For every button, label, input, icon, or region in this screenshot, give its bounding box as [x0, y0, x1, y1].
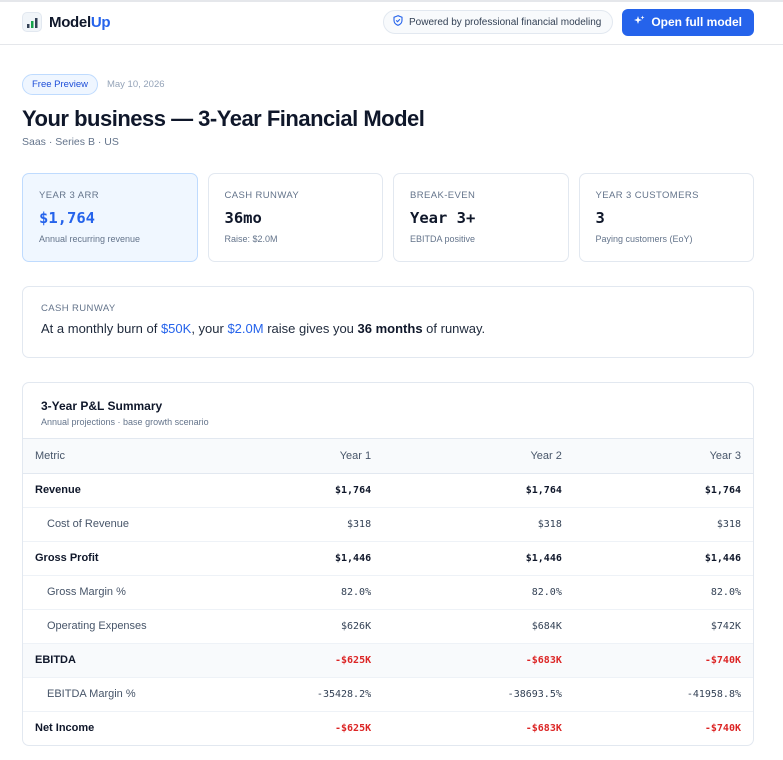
report-date: May 10, 2026: [106, 79, 165, 90]
row-metric: Revenue: [23, 473, 181, 508]
cell-year1: $318: [180, 507, 372, 542]
open-full-model-button[interactable]: Open full model: [622, 8, 754, 36]
cell-year1: $1,764: [180, 473, 372, 508]
cell-year2: $1,446: [371, 541, 562, 576]
cell-year2: $318: [371, 507, 562, 542]
cell-year1: -$625K: [334, 722, 372, 734]
cell-year2: -$683K: [371, 643, 562, 678]
powered-by-text: Powered by professional financial modeli…: [408, 16, 602, 28]
cell-year3: $1,446: [561, 541, 753, 576]
pl-subtitle: Annual projections · base growth scenari…: [41, 417, 209, 427]
row-metric: Net Income: [35, 722, 95, 735]
cell-year1: 82.0%: [180, 575, 372, 610]
runway-label: CASH RUNWAY: [41, 303, 116, 314]
row-metric: EBITDA Margin %: [23, 677, 181, 712]
powered-by-pill: Powered by professional financial modeli…: [382, 10, 614, 34]
cell-year3: -$740K: [704, 722, 741, 734]
kpi-cards: YEAR 3 ARR $1,764 Annual recurring reven…: [22, 173, 754, 262]
page-subtitle: Saas · Series B · US: [22, 136, 119, 148]
page-title: Your business — 3-Year Financial Model: [22, 106, 425, 131]
row-metric: Cost of Revenue: [23, 507, 181, 542]
runway-text-part: At a monthly burn of: [41, 321, 161, 336]
runway-text-part: raise gives you: [263, 321, 358, 336]
kpi-card-year3-arr[interactable]: YEAR 3 ARR $1,764 Annual recurring reven…: [22, 173, 198, 262]
table-row-net-income: Net Income -$625K -$683K -$740K: [23, 711, 753, 745]
row-metric: EBITDA: [23, 643, 181, 678]
free-preview-badge: Free Preview: [22, 74, 98, 95]
cell-year2: -38693.5%: [371, 677, 562, 712]
table-row-gross-margin: Gross Margin % 82.0% 82.0% 82.0%: [23, 575, 753, 610]
kpi-value: 3: [595, 209, 605, 227]
kpi-label: YEAR 3 CUSTOMERS: [595, 190, 699, 201]
top-bar: ModelUp Powered by professional financia…: [0, 0, 783, 45]
kpi-subtext: Paying customers (EoY): [595, 234, 693, 244]
row-metric: Operating Expenses: [23, 609, 181, 644]
shield-check-icon: [393, 15, 403, 29]
table-row-gross-profit: Gross Profit $1,446 $1,446 $1,446: [23, 541, 753, 576]
cell-year1: $626K: [180, 609, 372, 644]
kpi-card-cash-runway[interactable]: CASH RUNWAY 36mo Raise: $2.0M: [207, 173, 383, 262]
kpi-value: 36mo: [224, 209, 262, 227]
brand-name-suffix: Up: [90, 13, 111, 31]
cell-year2: -$683K: [525, 722, 562, 734]
table-header-row: Metric Year 1 Year 2 Year 3: [23, 439, 753, 474]
main-content: Free Preview May 10, 2026 Your business …: [0, 74, 783, 746]
kpi-label: CASH RUNWAY: [224, 190, 300, 201]
table-row-operating-expenses: Operating Expenses $626K $684K $742K: [23, 609, 753, 644]
cash-runway-card: CASH RUNWAY At a monthly burn of $50K, y…: [22, 286, 754, 358]
brand-logo-text[interactable]: ModelUp: [49, 13, 111, 31]
monthly-burn-value: $50K: [160, 321, 192, 336]
cell-year3: 82.0%: [561, 575, 753, 610]
kpi-label: BREAK-EVEN: [410, 190, 476, 201]
pl-table: Metric Year 1 Year 2 Year 3 Revenue $1,7…: [23, 439, 753, 745]
table-row-cost-of-revenue: Cost of Revenue $318 $318 $318: [23, 507, 753, 542]
pl-title: 3-Year P&L Summary: [41, 399, 163, 413]
kpi-value: $1,764: [39, 209, 95, 227]
runway-text-part: , your: [191, 321, 228, 336]
cell-year1: -35428.2%: [180, 677, 372, 712]
table-row-ebitda: EBITDA -$625K -$683K -$740K: [23, 643, 753, 678]
cell-year2: $1,764: [371, 473, 562, 508]
cell-year3: $1,764: [561, 473, 753, 508]
runway-sentence: At a monthly burn of $50K, your $2.0M ra…: [41, 321, 735, 336]
kpi-card-break-even[interactable]: BREAK-EVEN Year 3+ EBITDA positive: [393, 173, 569, 262]
cell-year2: 82.0%: [371, 575, 562, 610]
kpi-value: Year 3+: [410, 209, 476, 227]
kpi-card-year3-customers[interactable]: YEAR 3 CUSTOMERS 3 Paying customers (EoY…: [578, 173, 754, 262]
brand-name-prefix: Model: [49, 13, 91, 31]
column-header-year3: Year 3: [561, 439, 753, 474]
row-metric: Gross Profit: [23, 541, 181, 576]
table-row-revenue: Revenue $1,764 $1,764 $1,764: [23, 473, 753, 508]
cell-year2: $684K: [371, 609, 562, 644]
open-full-model-label: Open full model: [651, 15, 742, 29]
table-row-ebitda-margin: EBITDA Margin % -35428.2% -38693.5% -419…: [23, 677, 753, 712]
cell-year1: -$625K: [180, 643, 372, 678]
kpi-subtext: Annual recurring revenue: [39, 234, 141, 244]
logo-icon[interactable]: [22, 12, 42, 32]
cell-year3: $742K: [561, 609, 753, 644]
pl-summary-card: 3-Year P&L Summary Annual projections · …: [22, 382, 754, 746]
cell-year3: -41958.8%: [561, 677, 753, 712]
column-header-year1: Year 1: [180, 439, 372, 474]
cell-year3: $318: [561, 507, 753, 542]
cell-year3: -$740K: [561, 643, 753, 678]
row-metric: Gross Margin %: [23, 575, 181, 610]
kpi-subtext: Raise: $2.0M: [224, 234, 278, 244]
runway-months-value: 36 months: [357, 321, 423, 336]
raise-value: $2.0M: [227, 321, 264, 336]
runway-text-part: of runway.: [422, 321, 486, 336]
column-header-year2: Year 2: [371, 439, 562, 474]
kpi-label: YEAR 3 ARR: [39, 190, 99, 201]
cell-year1: $1,446: [180, 541, 372, 576]
column-header-metric: Metric: [23, 439, 181, 474]
sparkle-icon: [634, 15, 645, 29]
kpi-subtext: EBITDA positive: [410, 234, 476, 244]
